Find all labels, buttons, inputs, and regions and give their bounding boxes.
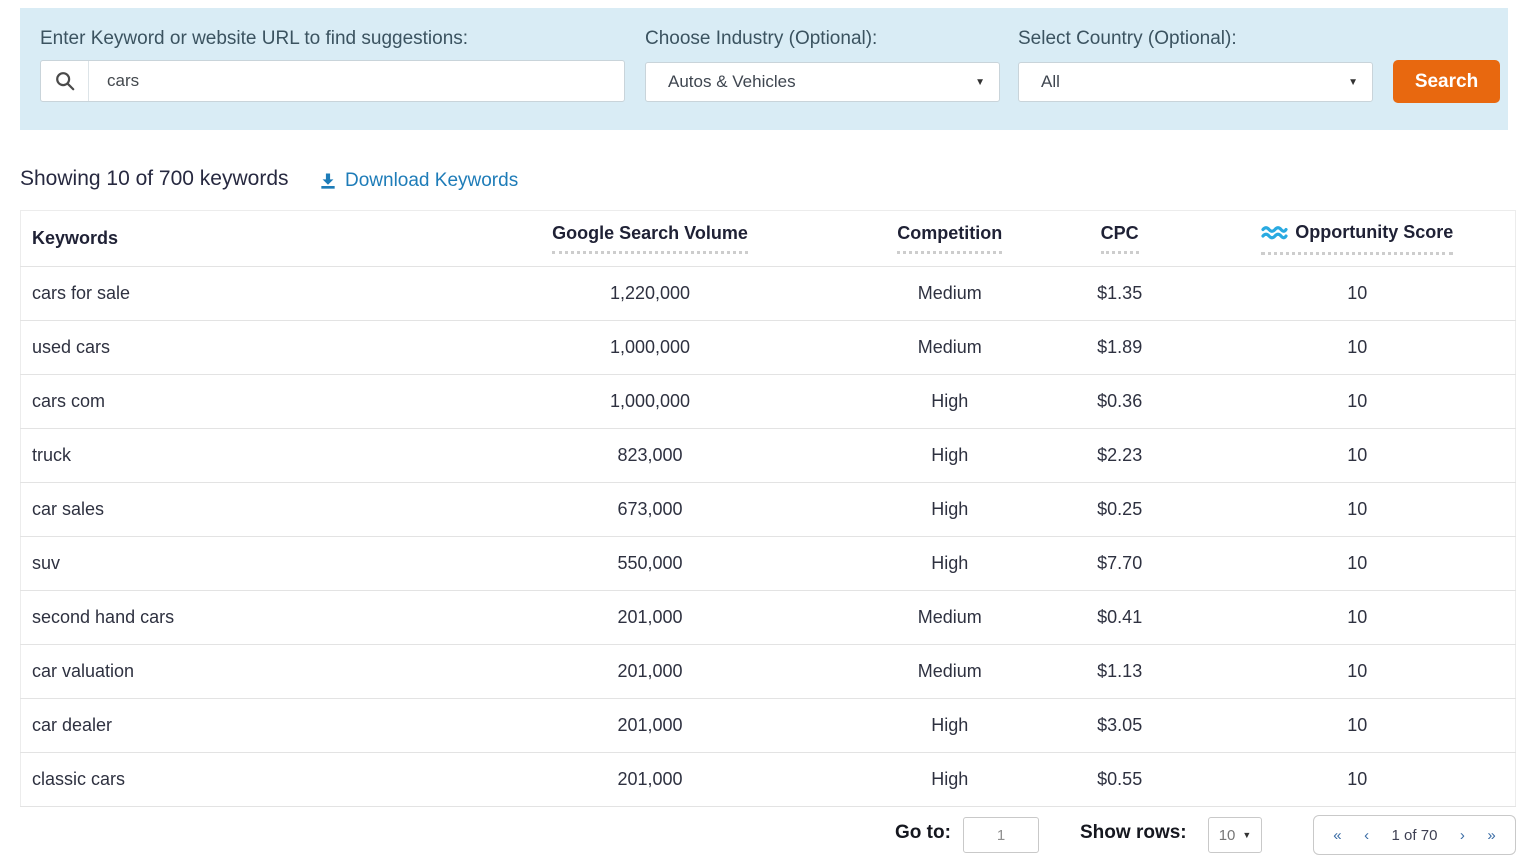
keyword-cell: classic cars: [21, 753, 441, 807]
country-select[interactable]: All ▼: [1018, 62, 1373, 102]
country-select-label: Select Country (Optional):: [1018, 28, 1237, 50]
cpc-cell: $0.36: [1040, 375, 1200, 429]
score-cell: 10: [1200, 321, 1516, 375]
table-row: used cars 1,000,000 Medium $1.89 10: [21, 321, 1516, 375]
cpc-cell: $7.70: [1040, 537, 1200, 591]
volume-cell: 550,000: [440, 537, 860, 591]
volume-cell: 823,000: [440, 429, 860, 483]
keyword-cell: used cars: [21, 321, 441, 375]
competition-cell: High: [860, 483, 1040, 537]
goto-page-input[interactable]: [963, 817, 1039, 853]
score-cell: 10: [1200, 699, 1516, 753]
goto-page-label: Go to:: [895, 822, 951, 844]
search-button[interactable]: Search: [1393, 60, 1500, 103]
keyword-cell: car dealer: [21, 699, 441, 753]
show-rows-value: 10: [1219, 827, 1236, 844]
show-rows-label: Show rows:: [1080, 822, 1187, 844]
score-cell: 10: [1200, 375, 1516, 429]
competition-cell: High: [860, 429, 1040, 483]
keyword-cell: cars for sale: [21, 267, 441, 321]
show-rows-select[interactable]: 10 ▼: [1208, 817, 1262, 853]
keyword-cell: truck: [21, 429, 441, 483]
table-row: car valuation 201,000 Medium $1.13 10: [21, 645, 1516, 699]
score-cell: 10: [1200, 483, 1516, 537]
score-cell: 10: [1200, 591, 1516, 645]
first-page-button[interactable]: «: [1333, 827, 1341, 844]
keyword-cell: car valuation: [21, 645, 441, 699]
volume-cell: 1,000,000: [440, 321, 860, 375]
download-icon: [318, 171, 338, 191]
cpc-cell: $1.89: [1040, 321, 1200, 375]
last-page-button[interactable]: »: [1487, 827, 1495, 844]
column-header-search-volume: Google Search Volume: [440, 211, 860, 267]
cpc-cell: $1.35: [1040, 267, 1200, 321]
table-header-row: Keywords Google Search Volume Competitio…: [21, 211, 1516, 267]
table-row: car dealer 201,000 High $3.05 10: [21, 699, 1516, 753]
results-count-text: Showing 10 of 700 keywords: [20, 167, 289, 191]
competition-cell: High: [860, 699, 1040, 753]
keyword-cell: second hand cars: [21, 591, 441, 645]
industry-select[interactable]: Autos & Vehicles ▼: [645, 62, 1000, 102]
score-cell: 10: [1200, 537, 1516, 591]
volume-cell: 201,000: [440, 591, 860, 645]
volume-cell: 673,000: [440, 483, 860, 537]
pagination-control: « ‹ 1 of 70 › »: [1313, 815, 1516, 855]
keyword-cell: suv: [21, 537, 441, 591]
current-page-indicator: 1 of 70: [1392, 827, 1438, 844]
score-cell: 10: [1200, 753, 1516, 807]
competition-cell: Medium: [860, 267, 1040, 321]
country-select-value: All: [1041, 72, 1060, 92]
previous-page-button[interactable]: ‹: [1364, 827, 1369, 844]
competition-cell: High: [860, 537, 1040, 591]
volume-cell: 1,220,000: [440, 267, 860, 321]
table-row: cars com 1,000,000 High $0.36 10: [21, 375, 1516, 429]
keyword-cell: car sales: [21, 483, 441, 537]
cpc-cell: $0.25: [1040, 483, 1200, 537]
search-icon[interactable]: [41, 61, 89, 101]
competition-cell: Medium: [860, 321, 1040, 375]
table-row: second hand cars 201,000 Medium $0.41 10: [21, 591, 1516, 645]
chevron-down-icon: ▼: [1348, 77, 1358, 88]
wave-icon: [1261, 225, 1288, 240]
search-panel: Enter Keyword or website URL to find sug…: [20, 8, 1508, 130]
score-cell: 10: [1200, 429, 1516, 483]
column-header-competition: Competition: [860, 211, 1040, 267]
download-link-label: Download Keywords: [345, 170, 518, 192]
cpc-cell: $0.41: [1040, 591, 1200, 645]
competition-cell: High: [860, 753, 1040, 807]
volume-cell: 201,000: [440, 645, 860, 699]
keyword-results-table: Keywords Google Search Volume Competitio…: [20, 210, 1516, 807]
score-cell: 10: [1200, 267, 1516, 321]
industry-select-label: Choose Industry (Optional):: [645, 28, 877, 50]
table-row: cars for sale 1,220,000 Medium $1.35 10: [21, 267, 1516, 321]
competition-cell: Medium: [860, 645, 1040, 699]
cpc-cell: $3.05: [1040, 699, 1200, 753]
column-header-keywords: Keywords: [21, 211, 441, 267]
volume-cell: 201,000: [440, 753, 860, 807]
cpc-cell: $1.13: [1040, 645, 1200, 699]
download-keywords-link[interactable]: Download Keywords: [318, 170, 518, 192]
table-row: classic cars 201,000 High $0.55 10: [21, 753, 1516, 807]
cpc-cell: $2.23: [1040, 429, 1200, 483]
cpc-cell: $0.55: [1040, 753, 1200, 807]
score-cell: 10: [1200, 645, 1516, 699]
column-header-cpc: CPC: [1040, 211, 1200, 267]
table-row: truck 823,000 High $2.23 10: [21, 429, 1516, 483]
volume-cell: 201,000: [440, 699, 860, 753]
column-header-opportunity-score: Opportunity Score: [1200, 211, 1516, 267]
keyword-input[interactable]: [89, 61, 624, 101]
keyword-cell: cars com: [21, 375, 441, 429]
chevron-down-icon: ▼: [1242, 830, 1251, 840]
chevron-down-icon: ▼: [975, 77, 985, 88]
competition-cell: Medium: [860, 591, 1040, 645]
keyword-search-box: [40, 60, 625, 102]
competition-cell: High: [860, 375, 1040, 429]
table-row: suv 550,000 High $7.70 10: [21, 537, 1516, 591]
table-row: car sales 673,000 High $0.25 10: [21, 483, 1516, 537]
next-page-button[interactable]: ›: [1460, 827, 1465, 844]
keyword-input-label: Enter Keyword or website URL to find sug…: [40, 28, 468, 50]
industry-select-value: Autos & Vehicles: [668, 72, 796, 92]
volume-cell: 1,000,000: [440, 375, 860, 429]
